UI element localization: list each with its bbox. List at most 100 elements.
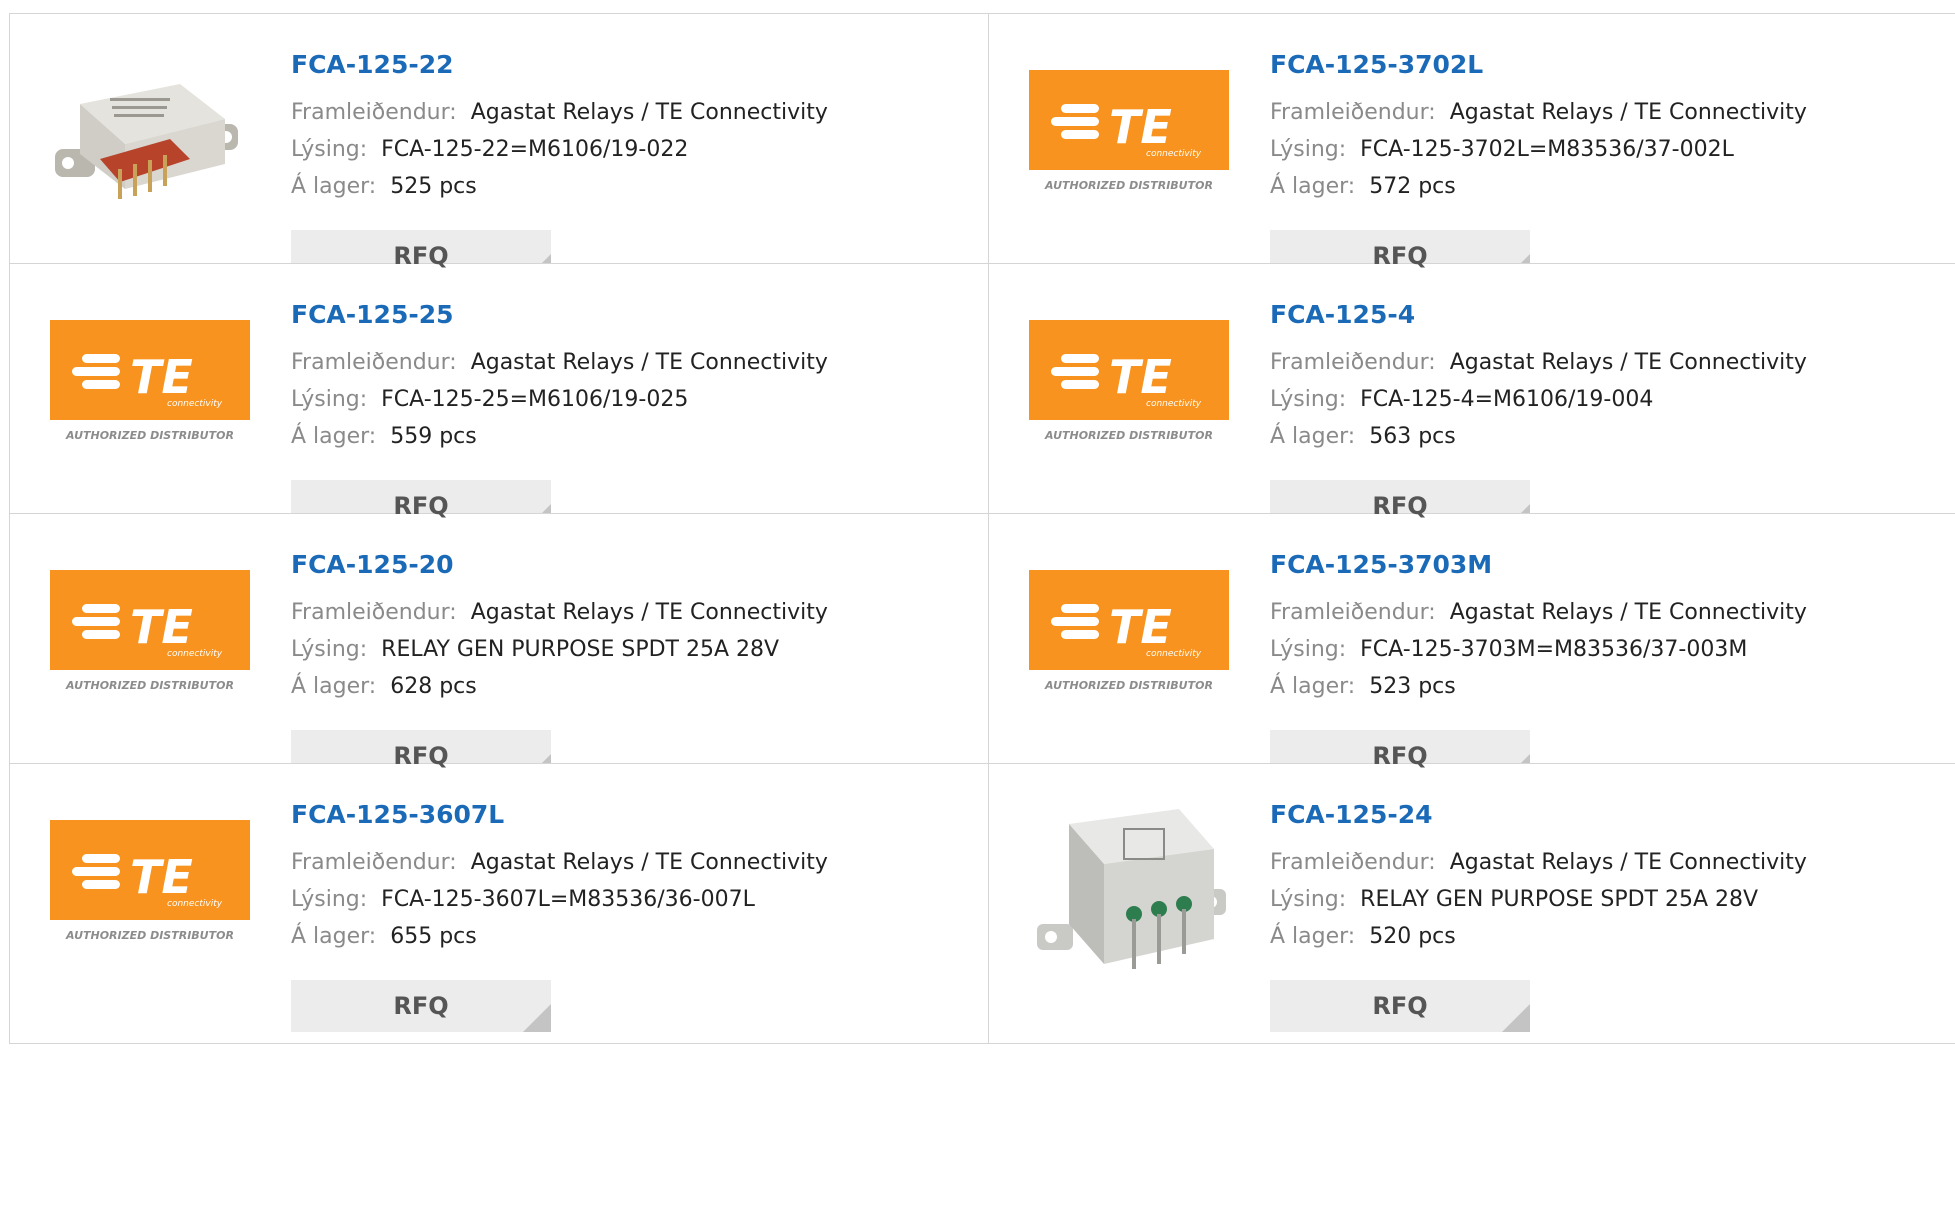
product-image[interactable]: TE connectivity AUTHORIZED DISTRIBUTOR xyxy=(1029,70,1229,275)
product-image[interactable]: TE connectivity AUTHORIZED DISTRIBUTOR xyxy=(1029,320,1229,525)
manufacturer-line: Framleiðendur: Agastat Relays / TE Connec… xyxy=(291,844,828,881)
description-label: Lýsing: xyxy=(1270,887,1347,912)
description-line: Lýsing: FCA-125-3703M=M83536/37-003M xyxy=(1270,631,1807,668)
relay-product-photo-icon xyxy=(55,84,238,199)
product-image[interactable]: TE connectivity AUTHORIZED DISTRIBUTOR xyxy=(1029,570,1229,775)
description-label: Lýsing: xyxy=(291,637,368,662)
stock-value: 572 pcs xyxy=(1369,174,1456,199)
stock-line: Á lager: 655 pcs xyxy=(291,918,828,955)
manufacturer-label: Framleiðendur: xyxy=(1270,100,1436,125)
product-image[interactable]: TE connectivity AUTHORIZED DISTRIBUTOR xyxy=(50,320,250,525)
description-value: FCA-125-4=M6106/19-004 xyxy=(1360,387,1654,412)
svg-text:AUTHORIZED DISTRIBUTOR: AUTHORIZED DISTRIBUTOR xyxy=(65,679,234,692)
product-card: FCA-125-24 Framleiðendur: Agastat Relays … xyxy=(989,763,1955,1044)
te-connectivity-logo-icon: TEconnectivity AUTHORIZED DISTRIBUTOR xyxy=(50,320,250,442)
svg-text:connectivity: connectivity xyxy=(167,399,223,409)
manufacturer-value: Agastat Relays / TE Connectivity xyxy=(1449,100,1807,125)
stock-label: Á lager: xyxy=(1270,674,1356,699)
manufacturer-line: Framleiðendur: Agastat Relays / TE Connec… xyxy=(1270,94,1807,131)
product-info: FCA-125-3702L Framleiðendur: Agastat Rela… xyxy=(1270,48,1807,282)
product-card: TE connectivity AUTHORIZED DISTRIBUTOR FCA… xyxy=(989,263,1955,544)
rfq-label: RFQ xyxy=(1372,992,1428,1020)
manufacturer-label: Framleiðendur: xyxy=(291,850,457,875)
stock-value: 628 pcs xyxy=(390,674,477,699)
manufacturer-label: Framleiðendur: xyxy=(291,350,457,375)
part-number-link[interactable]: FCA-125-3703M xyxy=(1270,548,1807,582)
stock-line: Á lager: 523 pcs xyxy=(1270,668,1807,705)
svg-text:AUTHORIZED DISTRIBUTOR: AUTHORIZED DISTRIBUTOR xyxy=(1044,679,1213,692)
rfq-label: RFQ xyxy=(1372,492,1428,520)
product-info: FCA-125-3703M Framleiðendur: Agastat Rela… xyxy=(1270,548,1807,782)
description-label: Lýsing: xyxy=(291,387,368,412)
product-card: TE connectivity AUTHORIZED DISTRIBUTOR FCA… xyxy=(989,13,1955,294)
svg-text:connectivity: connectivity xyxy=(167,899,223,909)
svg-text:TE: TE xyxy=(130,850,193,904)
product-info: FCA-125-24 Framleiðendur: Agastat Relays … xyxy=(1270,798,1807,1032)
description-line: Lýsing: FCA-125-25=M6106/19-025 xyxy=(291,381,828,418)
product-info: FCA-125-20 Framleiðendur: Agastat Relays … xyxy=(291,548,828,782)
part-number-link[interactable]: FCA-125-24 xyxy=(1270,798,1807,832)
product-image[interactable]: TE connectivity AUTHORIZED DISTRIBUTOR xyxy=(50,570,250,775)
svg-text:AUTHORIZED DISTRIBUTOR: AUTHORIZED DISTRIBUTOR xyxy=(1044,179,1213,192)
rfq-corner-decoration xyxy=(1502,1004,1530,1032)
rfq-button[interactable]: RFQ xyxy=(291,980,551,1032)
description-label: Lýsing: xyxy=(1270,137,1347,162)
part-number-link[interactable]: FCA-125-22 xyxy=(291,48,828,82)
te-connectivity-logo-icon: TEconnectivity AUTHORIZED DISTRIBUTOR xyxy=(1029,570,1229,692)
stock-value: 525 pcs xyxy=(390,174,477,199)
manufacturer-line: Framleiðendur: Agastat Relays / TE Connec… xyxy=(1270,594,1807,631)
manufacturer-line: Framleiðendur: Agastat Relays / TE Connec… xyxy=(1270,344,1807,381)
product-image[interactable] xyxy=(50,64,250,269)
description-label: Lýsing: xyxy=(291,137,368,162)
product-info: FCA-125-25 Framleiðendur: Agastat Relays … xyxy=(291,298,828,532)
product-row: TE connectivity AUTHORIZED DISTRIBUTOR FCA… xyxy=(9,513,1955,794)
manufacturer-value: Agastat Relays / TE Connectivity xyxy=(470,100,828,125)
stock-line: Á lager: 628 pcs xyxy=(291,668,828,705)
stock-value: 655 pcs xyxy=(390,924,477,949)
stock-label: Á lager: xyxy=(291,174,377,199)
rfq-label: RFQ xyxy=(1372,742,1428,770)
part-number-link[interactable]: FCA-125-20 xyxy=(291,548,828,582)
rfq-button[interactable]: RFQ xyxy=(1270,980,1530,1032)
manufacturer-value: Agastat Relays / TE Connectivity xyxy=(1449,600,1807,625)
manufacturer-value: Agastat Relays / TE Connectivity xyxy=(470,350,828,375)
product-image[interactable] xyxy=(1029,794,1229,999)
rfq-label: RFQ xyxy=(393,242,449,270)
manufacturer-line: Framleiðendur: Agastat Relays / TE Connec… xyxy=(291,344,828,381)
stock-line: Á lager: 525 pcs xyxy=(291,168,828,205)
svg-text:TE: TE xyxy=(1109,350,1172,404)
manufacturer-label: Framleiðendur: xyxy=(291,600,457,625)
product-row: TE connectivity AUTHORIZED DISTRIBUTOR FCA… xyxy=(9,763,1955,1044)
te-connectivity-logo-icon: TEconnectivity AUTHORIZED DISTRIBUTOR xyxy=(1029,70,1229,192)
stock-label: Á lager: xyxy=(291,924,377,949)
te-connectivity-logo-icon: TEconnectivity AUTHORIZED DISTRIBUTOR xyxy=(50,570,250,692)
product-row: TE connectivity AUTHORIZED DISTRIBUTOR FCA… xyxy=(9,263,1955,544)
rfq-label: RFQ xyxy=(1372,242,1428,270)
stock-value: 523 pcs xyxy=(1369,674,1456,699)
svg-text:AUTHORIZED DISTRIBUTOR: AUTHORIZED DISTRIBUTOR xyxy=(65,929,234,942)
part-number-link[interactable]: FCA-125-3607L xyxy=(291,798,828,832)
manufacturer-label: Framleiðendur: xyxy=(1270,350,1436,375)
description-value: RELAY GEN PURPOSE SPDT 25A 28V xyxy=(381,637,780,662)
stock-label: Á lager: xyxy=(1270,424,1356,449)
te-connectivity-logo-icon: TEconnectivity AUTHORIZED DISTRIBUTOR xyxy=(1029,320,1229,442)
description-value: FCA-125-3607L=M83536/36-007L xyxy=(381,887,755,912)
description-value: FCA-125-3702L=M83536/37-002L xyxy=(1360,137,1734,162)
stock-label: Á lager: xyxy=(1270,174,1356,199)
product-card: TE connectivity AUTHORIZED DISTRIBUTOR FCA… xyxy=(989,513,1955,794)
description-line: Lýsing: FCA-125-22=M6106/19-022 xyxy=(291,131,828,168)
description-line: Lýsing: FCA-125-4=M6106/19-004 xyxy=(1270,381,1807,418)
svg-text:connectivity: connectivity xyxy=(1146,649,1202,659)
stock-label: Á lager: xyxy=(291,674,377,699)
product-info: FCA-125-22 Framleiðendur: Agastat Relays … xyxy=(291,48,828,282)
manufacturer-line: Framleiðendur: Agastat Relays / TE Connec… xyxy=(291,94,828,131)
product-grid: FCA-125-22 Framleiðendur: Agastat Relays … xyxy=(0,0,1955,1210)
description-line: Lýsing: RELAY GEN PURPOSE SPDT 25A 28V xyxy=(1270,881,1807,918)
product-image[interactable]: TE connectivity AUTHORIZED DISTRIBUTOR xyxy=(50,820,250,1025)
part-number-link[interactable]: FCA-125-4 xyxy=(1270,298,1807,332)
product-card: FCA-125-22 Framleiðendur: Agastat Relays … xyxy=(9,13,989,294)
part-number-link[interactable]: FCA-125-25 xyxy=(291,298,828,332)
rfq-label: RFQ xyxy=(393,492,449,520)
stock-value: 520 pcs xyxy=(1369,924,1456,949)
part-number-link[interactable]: FCA-125-3702L xyxy=(1270,48,1807,82)
